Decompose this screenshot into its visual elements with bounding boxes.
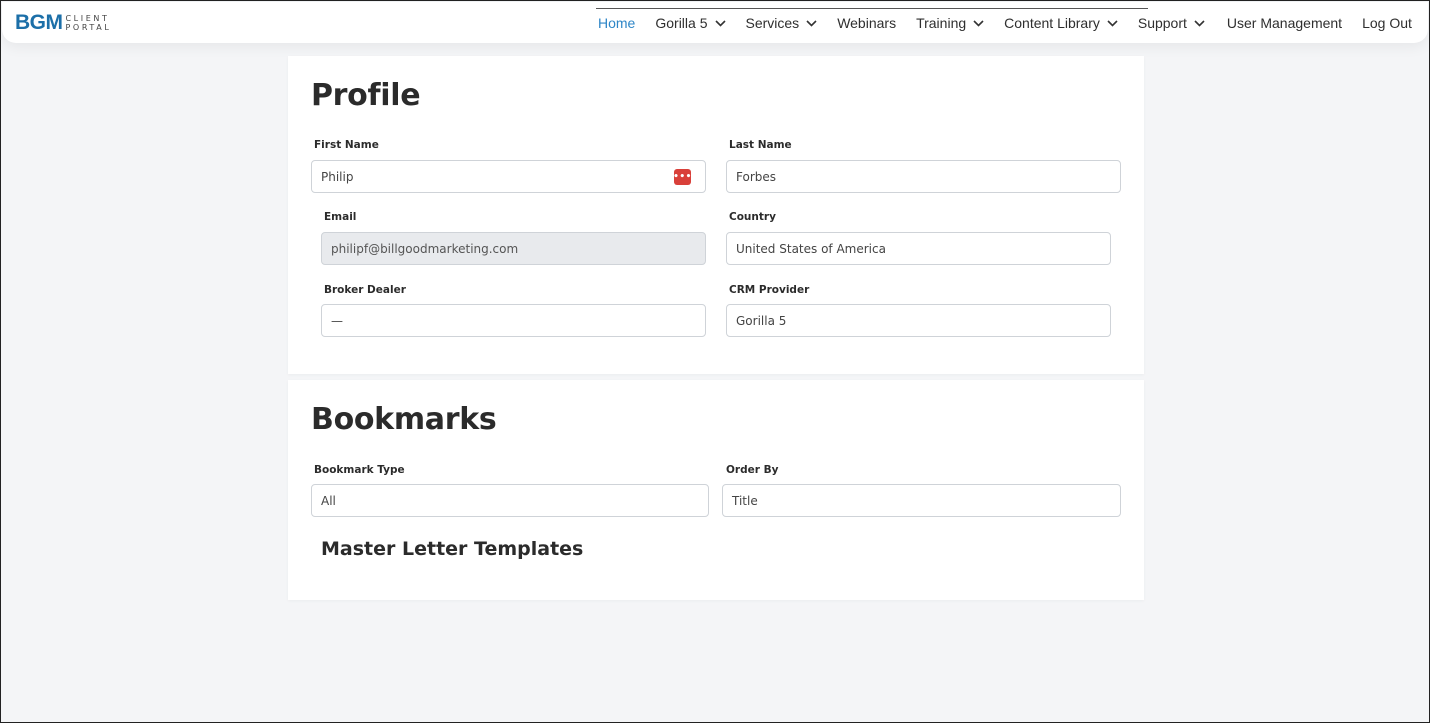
last-name-label: Last Name [729, 139, 792, 151]
order-by-select[interactable]: Title [722, 484, 1121, 517]
chevron-down-icon [714, 19, 726, 27]
order-by-label: Order By [726, 464, 779, 476]
nav-item-label: User Management [1226, 15, 1343, 31]
first-name-value: Philip [321, 169, 354, 184]
nav-item-label: Home [598, 15, 636, 31]
chevron-down-icon [973, 19, 984, 27]
logo-text: BGM [15, 11, 63, 34]
email-field: philipf@billgoodmarketing.com [321, 232, 706, 265]
nav-item-label: Training [916, 15, 967, 31]
nav-item-services[interactable]: Services [746, 15, 818, 31]
nav-item-content-library[interactable]: Content Library [1004, 15, 1118, 31]
first-name-label: First Name [314, 139, 379, 151]
bookmarks-card: Bookmarks Bookmark Type All Order By Tit… [288, 380, 1144, 600]
broker-dealer-field[interactable]: — [321, 304, 706, 337]
chevron-down-icon [806, 19, 817, 27]
logo-subtitle: CLIENT PORTAL [66, 14, 112, 32]
logo-subtitle-line1: CLIENT [65, 14, 110, 23]
first-name-field[interactable]: Philip ••• [311, 160, 706, 193]
nav-item-label: Log Out [1362, 15, 1412, 31]
nav-item-label: Webinars [837, 15, 897, 31]
bgm-logo[interactable]: BGM CLIENT PORTAL [15, 12, 111, 34]
last-name-field[interactable]: Forbes [726, 160, 1121, 193]
nav-item-label: Gorilla 5 [655, 15, 708, 31]
chevron-down-icon [1194, 19, 1205, 27]
broker-dealer-value: — [331, 313, 343, 328]
nav-item-log-out[interactable]: Log Out [1362, 15, 1412, 31]
app-window: BGM CLIENT PORTAL Home Gorilla 5 Service… [0, 0, 1430, 723]
country-value: United States of America [736, 241, 886, 256]
crm-provider-value: Gorilla 5 [736, 313, 787, 328]
main-nav: Home Gorilla 5 Services Webinars Trainin… [598, 2, 1430, 44]
bookmark-type-label: Bookmark Type [314, 464, 405, 476]
country-label: Country [729, 211, 776, 223]
nav-item-home[interactable]: Home [598, 15, 635, 31]
nav-item-support[interactable]: Support [1138, 15, 1205, 31]
nav-item-label: Services [745, 15, 800, 31]
nav-item-user-management[interactable]: User Management [1227, 15, 1342, 31]
password-manager-icon[interactable]: ••• [673, 169, 691, 185]
bookmark-type-select[interactable]: All [311, 484, 709, 517]
crm-provider-field[interactable]: Gorilla 5 [726, 304, 1111, 337]
nav-item-label: Support [1137, 15, 1187, 31]
nav-item-training[interactable]: Training [916, 15, 984, 31]
bookmarks-title: Bookmarks [311, 402, 497, 437]
profile-card: Profile First Name Philip ••• Last Name … [288, 56, 1144, 374]
master-letter-templates-heading: Master Letter Templates [321, 538, 584, 560]
chevron-down-icon [1107, 19, 1118, 27]
crm-provider-label: CRM Provider [729, 284, 810, 296]
nav-item-label: Content Library [1004, 15, 1100, 31]
email-label: Email [324, 211, 357, 223]
order-by-value: Title [732, 493, 758, 508]
country-field[interactable]: United States of America [726, 232, 1111, 265]
logo-subtitle-line2: PORTAL [65, 23, 112, 32]
nav-item-webinars[interactable]: Webinars [837, 15, 896, 31]
broker-dealer-label: Broker Dealer [324, 284, 406, 296]
top-navbar: BGM CLIENT PORTAL Home Gorilla 5 Service… [2, 2, 1428, 43]
profile-title: Profile [311, 78, 421, 113]
nav-item-gorilla-5[interactable]: Gorilla 5 [655, 15, 726, 31]
last-name-value: Forbes [736, 169, 777, 184]
bookmark-type-value: All [321, 493, 336, 508]
email-value: philipf@billgoodmarketing.com [331, 241, 519, 256]
